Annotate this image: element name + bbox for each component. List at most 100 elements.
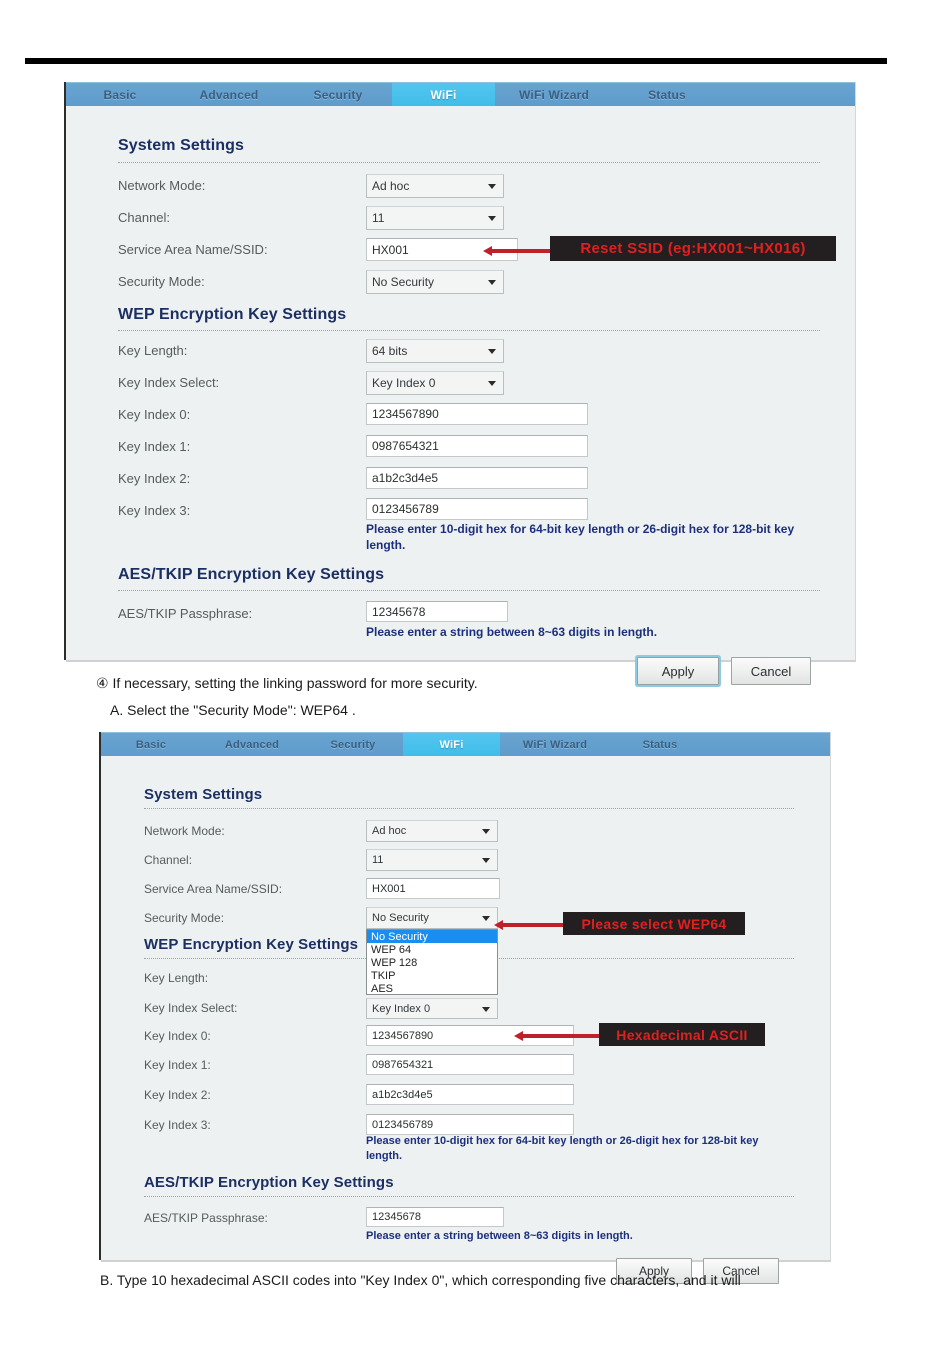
dropdown-option-aes[interactable]: AES <box>367 982 497 995</box>
label-key-index-1: Key Index 1: <box>118 439 191 454</box>
input-key-index-0[interactable]: 1234567890 <box>366 403 588 425</box>
section-rule-wep <box>118 330 820 331</box>
callout-arrow-head-ssid <box>483 246 492 256</box>
input-key-index-2-value: a1b2c3d4e5 <box>372 471 439 485</box>
select-channel-value: 11 <box>372 211 385 225</box>
select-security-mode[interactable]: No Security <box>366 270 504 294</box>
dropdown-option-wep-64[interactable]: WEP 64 <box>367 943 497 956</box>
input-key-index-3-value: 0123456789 <box>372 502 439 516</box>
router-config-panel-1: Basic Advanced Security WiFi WiFi Wizard… <box>66 82 856 685</box>
input-key-index-3[interactable]: 0123456789 <box>366 498 588 520</box>
select-channel[interactable]: 11 <box>366 849 498 871</box>
select-key-index-value: Key Index 0 <box>372 1002 431 1015</box>
label-key-length: Key Length: <box>144 971 209 985</box>
input-passphrase-value: 12345678 <box>372 1211 421 1223</box>
section-rule-system <box>118 162 820 163</box>
tab-label: Basic <box>103 87 137 102</box>
input-passphrase-value: 12345678 <box>372 604 426 619</box>
tab-wifi[interactable]: WiFi <box>403 733 500 756</box>
tab-security[interactable]: Security <box>284 83 392 106</box>
chevron-down-icon <box>482 829 490 834</box>
input-key-index-2[interactable]: a1b2c3d4e5 <box>366 1084 574 1105</box>
input-key-index-3[interactable]: 0123456789 <box>366 1114 574 1135</box>
section-rule-aes <box>118 590 820 591</box>
callout-hexadecimal-ascii: Hexadecimal ASCII <box>599 1023 765 1046</box>
section-title-system-settings: System Settings <box>118 137 244 154</box>
select-key-index[interactable]: Key Index 0 <box>366 998 498 1019</box>
section-title-wep: WEP Encryption Key Settings <box>144 936 359 953</box>
label-ssid: Service Area Name/SSID: <box>144 882 283 896</box>
input-passphrase[interactable]: 12345678 <box>366 1207 504 1227</box>
select-security-mode[interactable]: No Security <box>366 907 498 929</box>
hint-aes-passphrase: Please enter a string between 8~63 digit… <box>366 625 658 639</box>
label-key-length: Key Length: <box>118 343 188 358</box>
section-title-aes: AES/TKIP Encryption Key Settings <box>144 1174 394 1191</box>
chevron-down-icon <box>488 216 496 221</box>
section-rule-system <box>144 808 794 809</box>
input-passphrase[interactable]: 12345678 <box>366 601 508 622</box>
step-note-a: A. Select the "Security Mode": WEP64 . <box>110 702 356 718</box>
input-key-index-0-value: 1234567890 <box>372 1029 434 1042</box>
dropdown-option-wep-128[interactable]: WEP 128 <box>367 956 497 969</box>
input-key-index-1-value: 0987654321 <box>372 439 439 453</box>
select-network-mode[interactable]: Ad hoc <box>366 174 504 198</box>
panel2-tab-bar: Basic Advanced Security WiFi WiFi Wizard… <box>101 732 830 756</box>
select-security-mode-value: No Security <box>372 912 429 924</box>
page-top-rule <box>25 58 887 64</box>
label-key-index-1: Key Index 1: <box>144 1058 211 1072</box>
chevron-down-icon <box>482 1006 490 1012</box>
label-key-index-3: Key Index 3: <box>118 503 191 518</box>
tab-label: Security <box>330 738 376 751</box>
apply-button-label: Apply <box>661 663 695 679</box>
input-ssid[interactable]: HX001 <box>366 878 500 899</box>
chevron-down-icon <box>488 280 496 285</box>
label-channel: Channel: <box>118 210 171 225</box>
input-key-index-1[interactable]: 0987654321 <box>366 435 588 457</box>
panel2-body: System Settings Network Mode: Ad hoc Cha… <box>101 756 830 1284</box>
tab-wifi-wizard[interactable]: WiFi Wizard <box>495 83 613 106</box>
label-key-index-2: Key Index 2: <box>144 1088 211 1102</box>
select-security-mode-value: No Security <box>372 275 435 289</box>
tab-label: Basic <box>135 738 167 751</box>
select-network-mode[interactable]: Ad hoc <box>366 820 498 842</box>
cancel-button[interactable]: Cancel <box>731 657 811 685</box>
hint-wep-key: Please enter 10-digit hex for 64-bit key… <box>366 1135 759 1162</box>
label-network-mode: Network Mode: <box>144 824 225 838</box>
select-key-length[interactable]: 64 bits <box>366 339 504 363</box>
select-key-length-value: 64 bits <box>372 344 408 358</box>
tab-advanced[interactable]: Advanced <box>174 83 284 106</box>
input-key-index-1[interactable]: 0987654321 <box>366 1054 574 1075</box>
tab-basic[interactable]: Basic <box>101 733 201 756</box>
tab-status[interactable]: Status <box>610 733 710 756</box>
cancel-button-label: Cancel <box>750 663 792 679</box>
input-key-index-0-value: 1234567890 <box>372 407 439 421</box>
chevron-down-icon <box>482 858 490 863</box>
tab-status[interactable]: Status <box>613 83 721 106</box>
dropdown-option-no-security[interactable]: No Security <box>367 930 497 943</box>
apply-button[interactable]: Apply <box>637 657 719 685</box>
step-note-4: ④ If necessary, setting the linking pass… <box>96 675 478 691</box>
label-security-mode: Security Mode: <box>118 274 205 289</box>
hint-aes-passphrase: Please enter a string between 8~63 digit… <box>366 1230 633 1242</box>
input-ssid-value: HX001 <box>372 882 406 895</box>
security-mode-dropdown-list[interactable]: No Security WEP 64 WEP 128 TKIP AES <box>366 929 498 995</box>
label-key-index-0: Key Index 0: <box>118 407 191 422</box>
dropdown-option-tkip[interactable]: TKIP <box>367 969 497 982</box>
tab-wifi-wizard[interactable]: WiFi Wizard <box>500 733 610 756</box>
chevron-down-icon <box>488 349 496 354</box>
tab-security[interactable]: Security <box>303 733 403 756</box>
callout-arrow-line-security <box>501 923 563 927</box>
tab-advanced[interactable]: Advanced <box>201 733 303 756</box>
tab-wifi[interactable]: WiFi <box>392 83 495 106</box>
tab-label: WiFi <box>430 87 457 102</box>
callout-arrow-line-hex <box>521 1034 601 1038</box>
section-title-system-settings: System Settings <box>144 786 263 803</box>
input-key-index-3-value: 0123456789 <box>372 1118 434 1131</box>
select-key-index[interactable]: Key Index 0 <box>366 371 504 395</box>
section-title-wep: WEP Encryption Key Settings <box>118 306 347 323</box>
panel1-body: System Settings Network Mode: Ad hoc Cha… <box>66 106 855 685</box>
router-config-panel-2: Basic Advanced Security WiFi WiFi Wizard… <box>101 732 831 1284</box>
input-key-index-2[interactable]: a1b2c3d4e5 <box>366 467 588 489</box>
select-channel[interactable]: 11 <box>366 206 504 230</box>
tab-basic[interactable]: Basic <box>66 83 174 106</box>
